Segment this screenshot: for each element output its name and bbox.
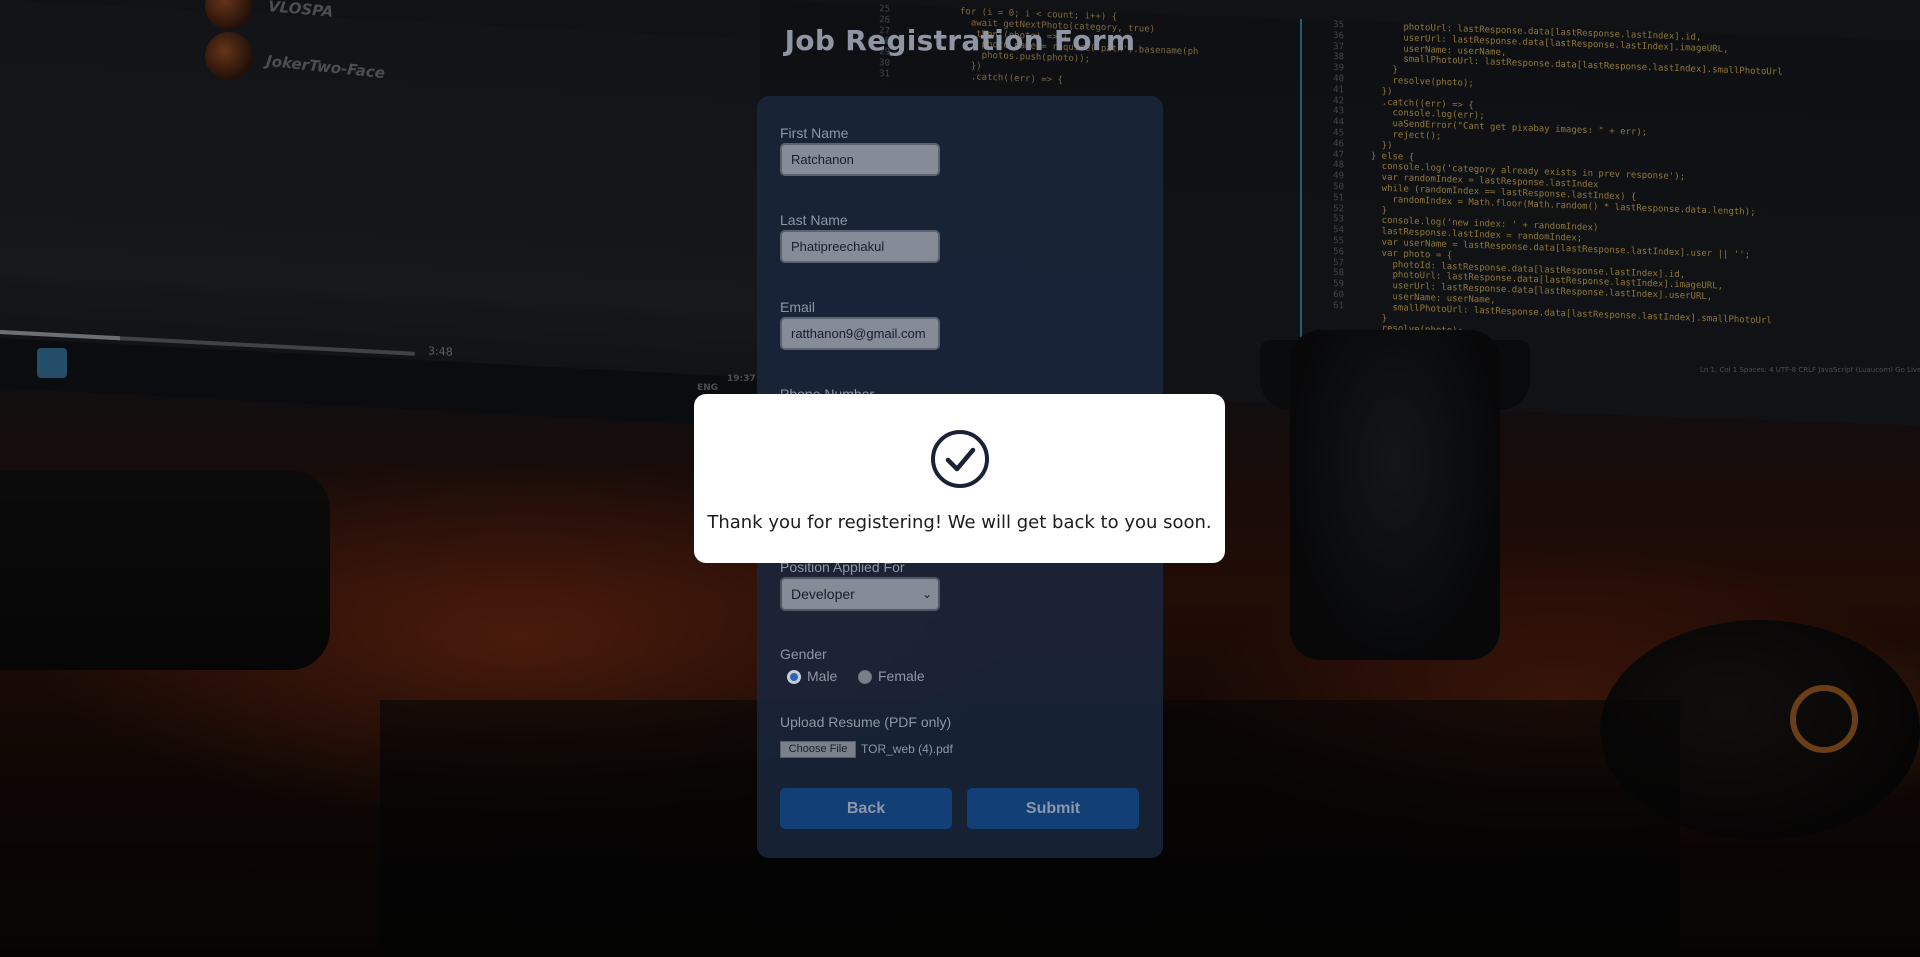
gender-female-label[interactable]: Female: [878, 668, 925, 684]
page-title: Job Registration Form: [784, 24, 1136, 57]
gender-male-label[interactable]: Male: [807, 668, 837, 684]
first-name-field[interactable]: Ratchanon: [780, 143, 940, 176]
back-button[interactable]: Back: [780, 788, 952, 829]
submit-button[interactable]: Submit: [967, 788, 1139, 829]
success-dialog[interactable]: Thank you for registering! We will get b…: [694, 394, 1225, 563]
position-selected-value: Developer: [791, 586, 855, 602]
position-select[interactable]: Developer ⌄: [780, 577, 940, 611]
last-name-field[interactable]: Phatipreechakul: [780, 230, 940, 263]
last-name-label: Last Name: [780, 212, 848, 228]
selected-file-name: TOR_web (4).pdf: [861, 742, 953, 756]
check-circle-icon: [931, 430, 989, 488]
success-message: Thank you for registering! We will get b…: [707, 512, 1212, 533]
email-label: Email: [780, 299, 816, 315]
gender-female-radio[interactable]: [858, 670, 872, 684]
resume-label: Upload Resume (PDF only): [780, 714, 952, 730]
chevron-down-icon: ⌄: [921, 587, 932, 601]
first-name-label: First Name: [780, 125, 849, 141]
gender-male-radio[interactable]: [787, 670, 801, 684]
choose-file-button[interactable]: Choose File: [780, 741, 856, 758]
email-field[interactable]: ratthanon9@gmail.com: [780, 317, 940, 350]
gender-label: Gender: [780, 646, 827, 662]
